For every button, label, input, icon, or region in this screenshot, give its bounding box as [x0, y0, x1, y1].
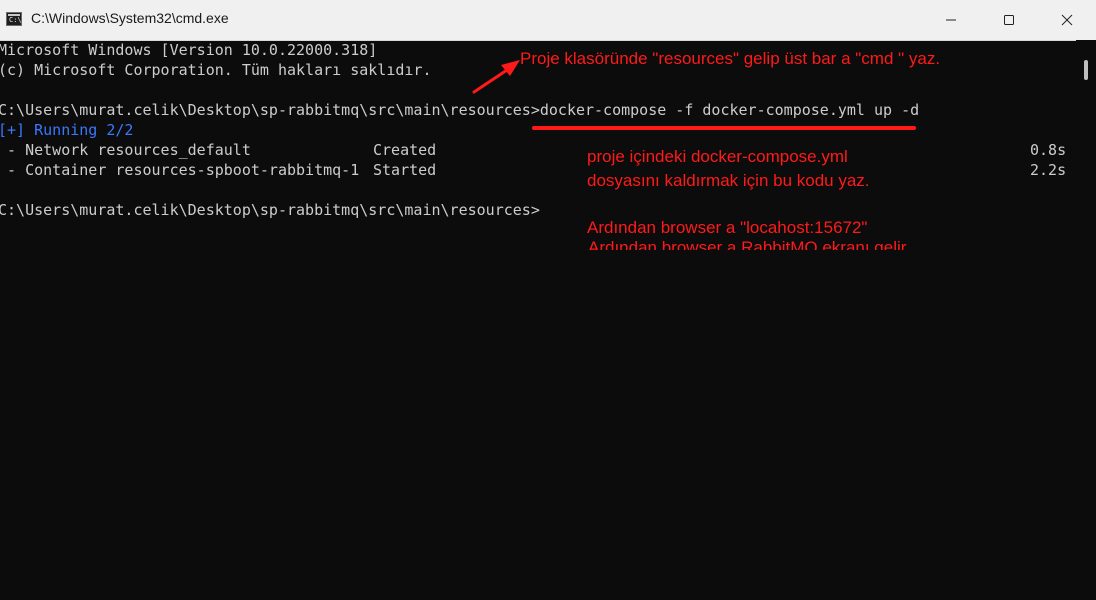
annotation-arrow-icon [472, 60, 520, 94]
window-title-bar[interactable]: C:\ C:\Windows\System32\cmd.exe [0, 0, 1096, 41]
terminal-line-version: Microsoft Windows [Version 10.0.22000.31… [0, 41, 378, 59]
terminal-line-running: [+] Running 2/2 [0, 121, 134, 139]
terminal-output[interactable]: Microsoft Windows [Version 10.0.22000.31… [0, 40, 1076, 600]
close-icon [1061, 14, 1073, 26]
annotation-bottom-cut: Ardından browser a RabbitMQ ekranı gelir… [588, 238, 908, 250]
annotation-bottom-line-2: Ardından browser a RabbitMQ ekranı gelir… [588, 238, 908, 250]
window-title: C:\Windows\System32\cmd.exe [31, 10, 229, 26]
row-container-time: 2.2s [1030, 161, 1067, 179]
cmd-icon: C:\ [6, 12, 22, 26]
scrollbar-thumb[interactable] [1084, 60, 1088, 80]
maximize-icon [1004, 15, 1014, 25]
row-container-name: - Container resources-spboot-rabbitmq-1 [0, 161, 360, 179]
annotation-middle-line-1: proje içindeki docker-compose.yml [587, 147, 848, 166]
row-network-time: 0.8s [1030, 141, 1067, 159]
row-container-status: Started [373, 161, 437, 179]
annotation-top: Proje klasöründe "resources" gelip üst b… [520, 49, 941, 68]
minimize-button[interactable] [922, 0, 980, 40]
annotation-middle-line-2: dosyasını kaldırmak için bu kodu yaz. [587, 171, 870, 190]
terminal-line-command: C:\Users\murat.celik\Desktop\sp-rabbitmq… [0, 101, 920, 119]
cmd-icon-text: C:\ [9, 16, 22, 24]
terminal-line-copyright: (c) Microsoft Corporation. Tüm hakları s… [0, 61, 432, 79]
annotation-bottom-line-1: Ardından browser a "locahost:15672" [587, 218, 868, 237]
row-network-name: - Network resources_default [0, 141, 251, 159]
minimize-icon [946, 19, 956, 21]
command-underline [532, 126, 916, 130]
terminal-line-prompt: C:\Users\murat.celik\Desktop\sp-rabbitmq… [0, 201, 540, 219]
vertical-scrollbar[interactable] [1076, 40, 1096, 600]
maximize-button[interactable] [980, 0, 1038, 40]
row-network-status: Created [373, 141, 437, 159]
close-button[interactable] [1038, 0, 1096, 40]
